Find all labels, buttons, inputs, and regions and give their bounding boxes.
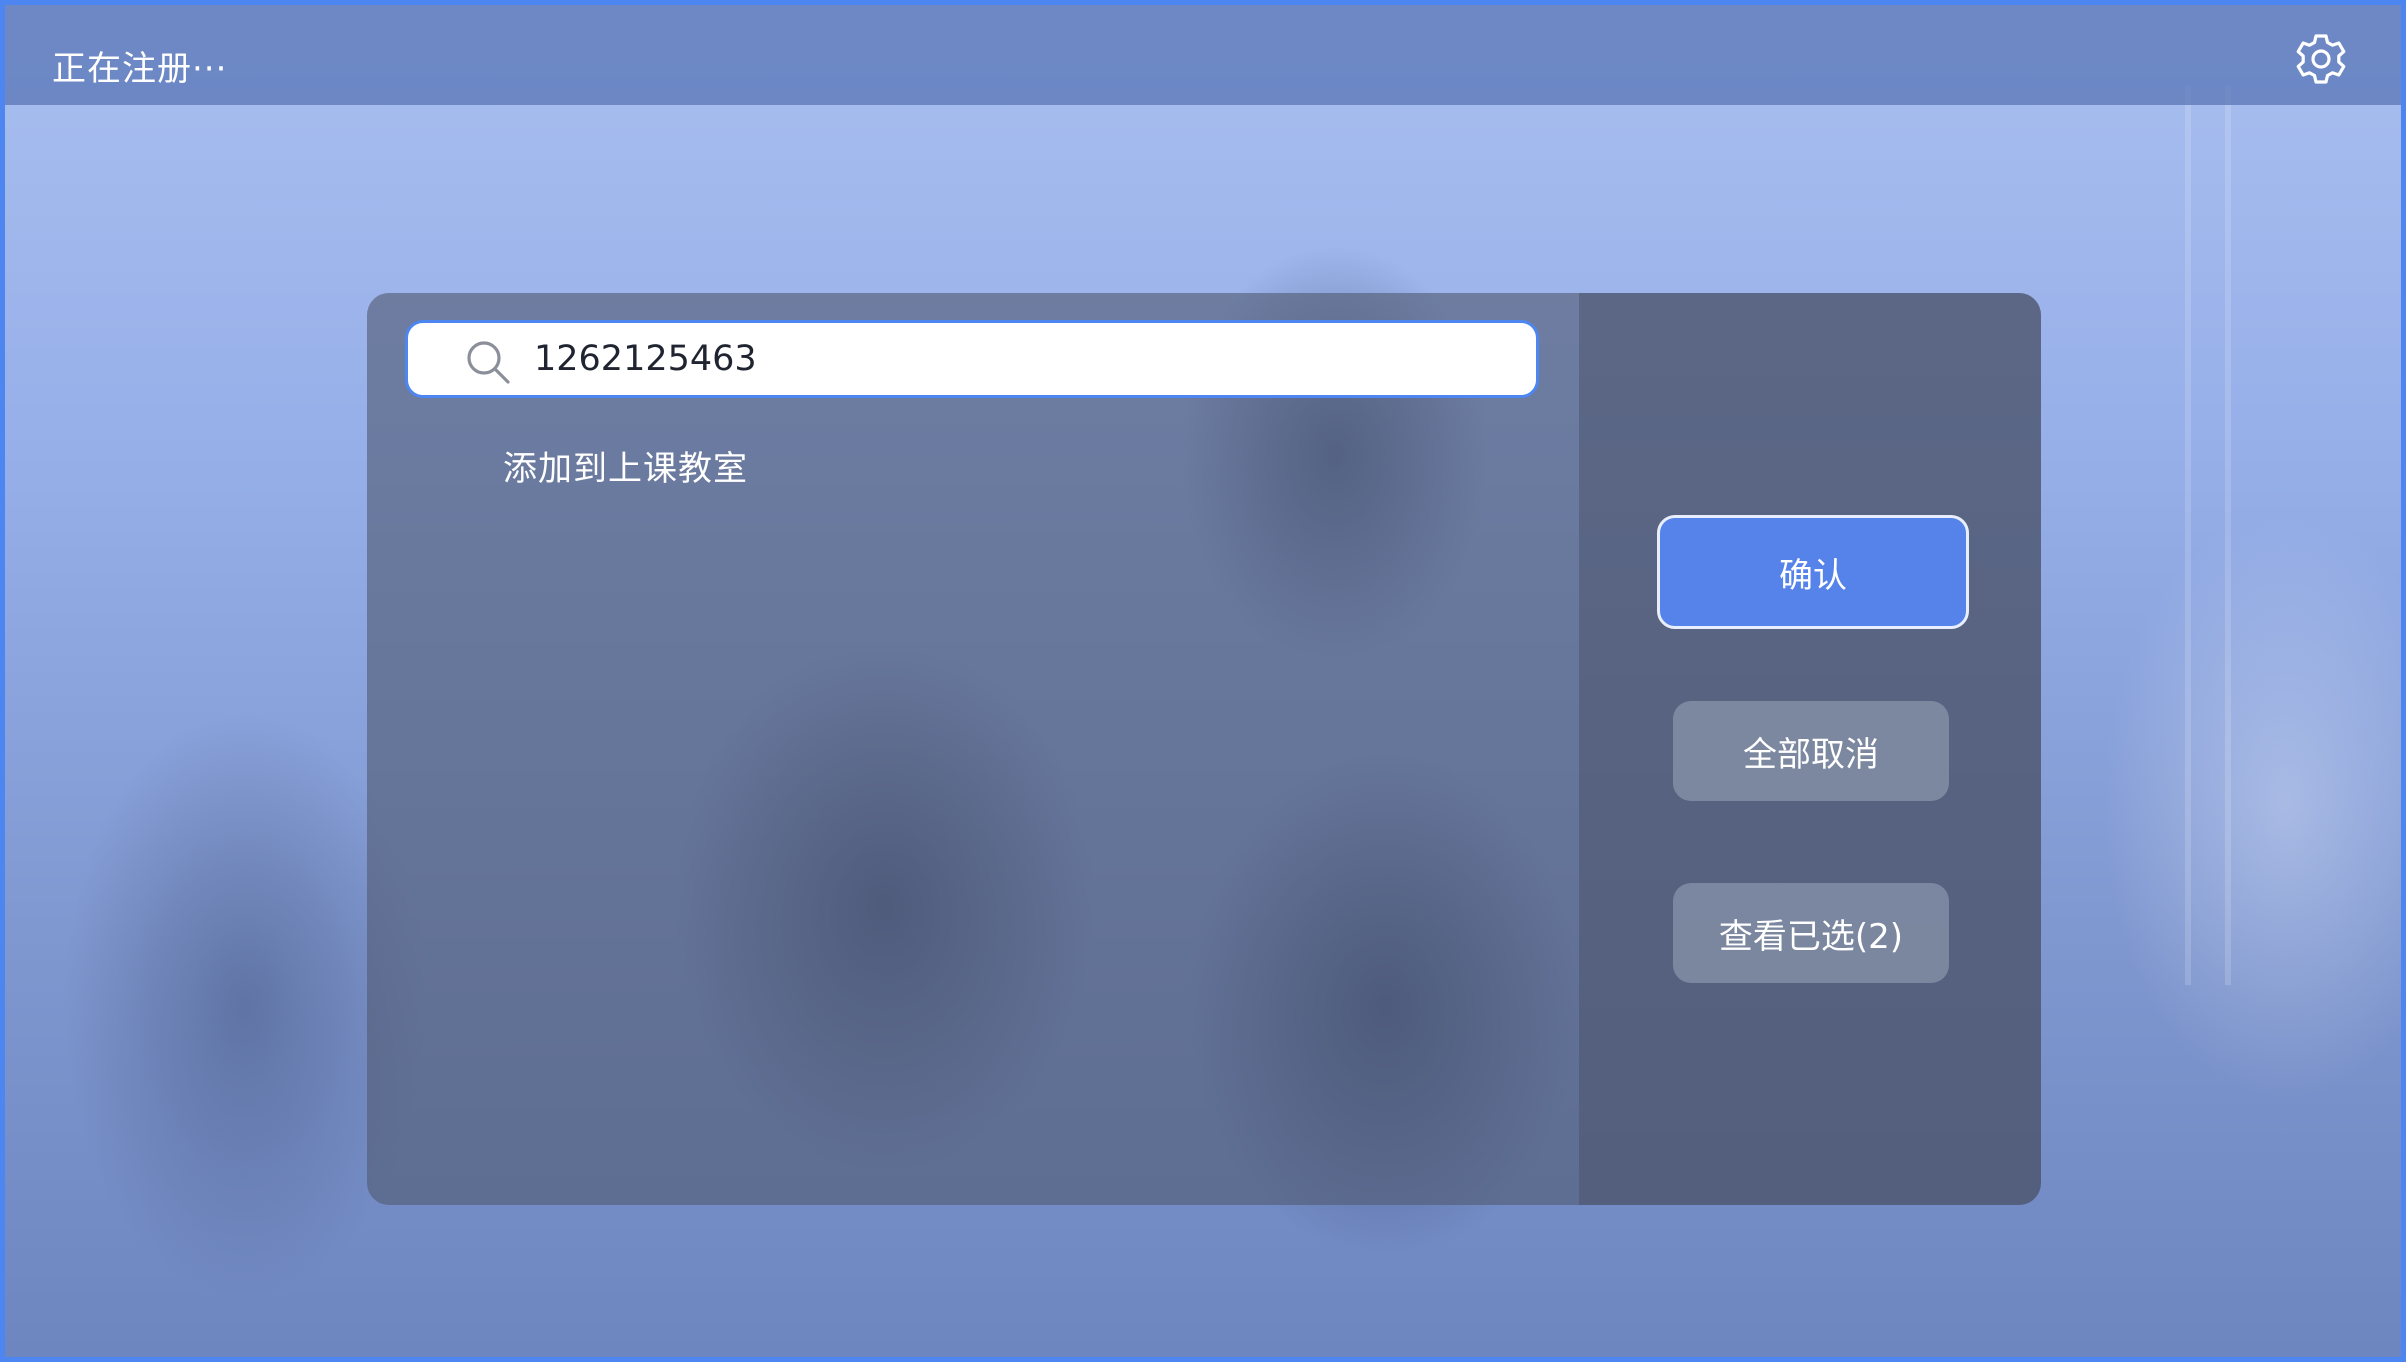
gear-icon[interactable] — [2293, 31, 2349, 87]
top-bar: 正在注册··· — [5, 5, 2401, 105]
confirm-button[interactable]: 确认 — [1657, 515, 1969, 629]
student-register-panel: 添加到上课教室 确认 全部取消 查看已选(2) — [367, 293, 2041, 1205]
cancel-all-button[interactable]: 全部取消 — [1673, 701, 1949, 801]
view-selected-button[interactable]: 查看已选(2) — [1673, 883, 1949, 983]
search-icon — [464, 338, 512, 386]
registration-status: 正在注册··· — [52, 49, 228, 89]
add-to-classroom-label: 添加到上课教室 — [503, 449, 748, 489]
search-input[interactable] — [534, 323, 1494, 395]
search-box[interactable] — [405, 320, 1539, 398]
app-window: 正在注册··· 添加到上课教室 确认 全部取消 查看已选(2) — [0, 0, 2406, 1362]
